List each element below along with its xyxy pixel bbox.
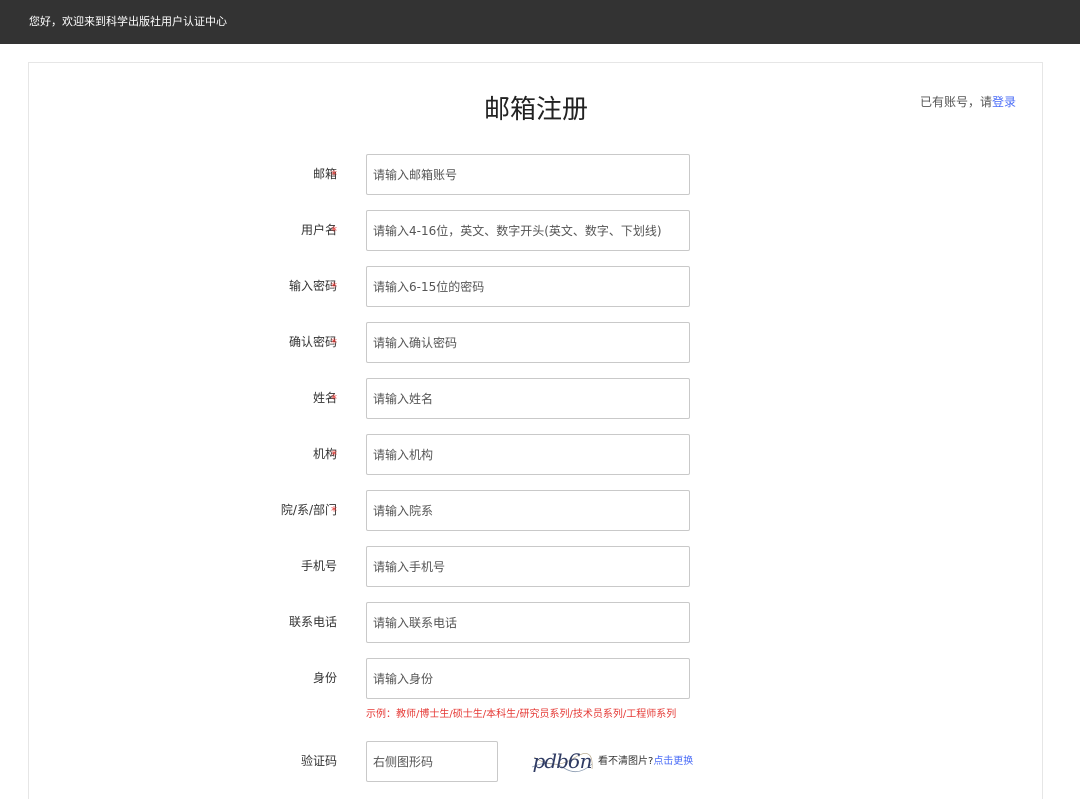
required-mark: * <box>331 280 337 294</box>
required-mark: * <box>331 392 337 406</box>
form-row-email: 邮箱 * <box>0 154 1080 195</box>
page-title: 邮箱注册 <box>483 95 588 125</box>
required-mark: * <box>331 224 337 238</box>
department-input[interactable] <box>366 490 690 531</box>
mobile-label: 手机号 <box>300 559 337 573</box>
email-input[interactable] <box>366 154 690 195</box>
form-row-institution: 机构 * <box>0 434 1080 475</box>
phone-input[interactable] <box>366 602 690 643</box>
confirm-password-label: 确认密码 <box>288 335 337 349</box>
identity-label: 身份 <box>312 671 337 685</box>
form-row-confirm-password: 确认密码 * <box>0 322 1080 363</box>
form-row-password: 输入密码 * <box>0 266 1080 307</box>
required-mark: * <box>331 504 337 518</box>
department-label: 院/系/部门 <box>280 503 337 517</box>
captcha-hint: 看不清图片?点击更换 <box>598 741 693 782</box>
form-row-name: 姓名 * <box>0 378 1080 419</box>
captcha-hint-text: 看不清图片? <box>598 756 654 767</box>
username-input[interactable] <box>366 210 690 251</box>
top-bar: 您好，欢迎来到科学出版社用户认证中心 <box>0 0 1080 44</box>
password-input[interactable] <box>366 266 690 307</box>
identity-input[interactable] <box>366 658 690 699</box>
login-hint: 已有账号，请登录 <box>920 94 1016 110</box>
phone-label: 联系电话 <box>288 615 337 629</box>
name-input[interactable] <box>366 378 690 419</box>
required-mark: * <box>331 168 337 182</box>
captcha-refresh-link[interactable]: 点击更换 <box>653 756 693 767</box>
form-row-username: 用户名 * <box>0 210 1080 251</box>
required-mark: * <box>331 336 337 350</box>
captcha-label: 验证码 <box>300 754 337 768</box>
login-link[interactable]: 登录 <box>992 95 1016 109</box>
required-mark: * <box>331 448 337 462</box>
captcha-input[interactable] <box>366 741 498 782</box>
form-row-phone: 联系电话 <box>0 602 1080 643</box>
form-row-captcha: 验证码 pdb6n 看不清图片?点击更换 <box>0 741 1080 782</box>
form-row-department: 院/系/部门 * <box>0 490 1080 531</box>
confirm-password-input[interactable] <box>366 322 690 363</box>
form-row-identity: 身份 <box>0 658 1080 699</box>
password-label: 输入密码 <box>288 279 337 293</box>
captcha-image[interactable]: pdb6n <box>530 749 594 775</box>
institution-input[interactable] <box>366 434 690 475</box>
mobile-input[interactable] <box>366 546 690 587</box>
login-prefix: 已有账号，请 <box>919 95 992 109</box>
identity-example-hint: 示例：教师/博士生/硕士生/本科生/研究员系列/技术员系列/工程师系列 <box>366 709 677 720</box>
captcha-image-text: pdb6n <box>532 749 591 773</box>
form-row-mobile: 手机号 <box>0 546 1080 587</box>
welcome-text: 您好，欢迎来到科学出版社用户认证中心 <box>29 15 227 28</box>
